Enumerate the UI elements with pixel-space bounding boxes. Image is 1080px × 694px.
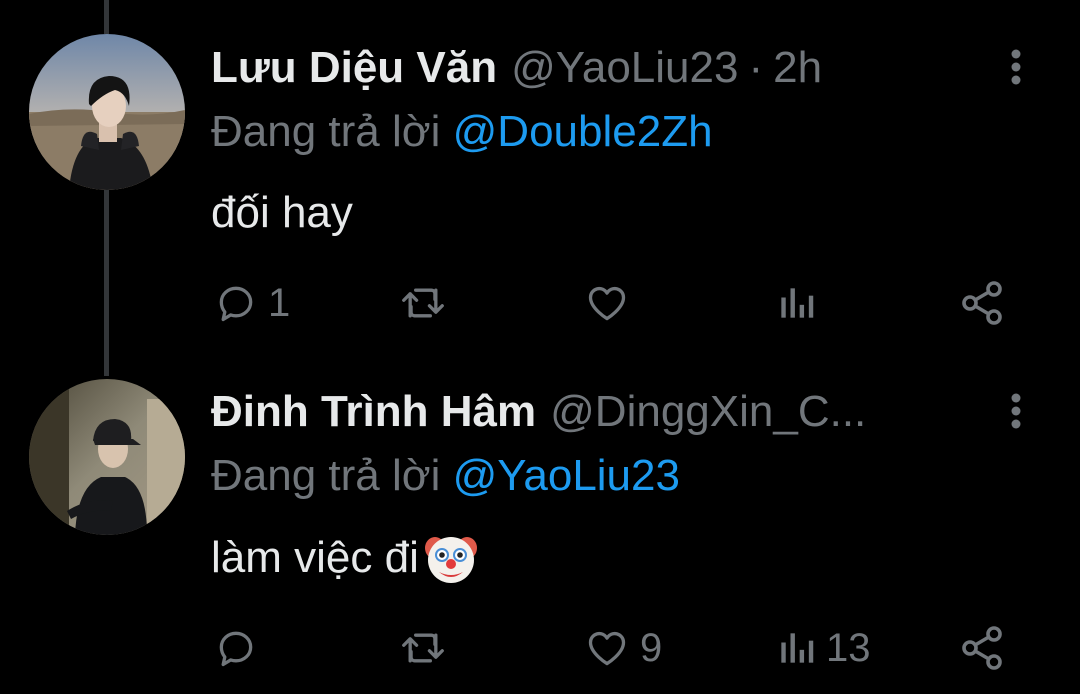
share-icon	[962, 281, 1002, 325]
views-button[interactable]: 13	[776, 620, 871, 676]
mention-link[interactable]: @Double2Zh	[453, 107, 713, 156]
tweet-text: đối hay	[211, 188, 353, 237]
replying-to: Đang trả lời @Double2Zh	[211, 104, 713, 160]
more-vertical-icon	[1011, 393, 1021, 429]
thread-line-connector	[104, 190, 109, 376]
replying-to-label: Đang trả lời	[211, 451, 441, 500]
reply-icon	[219, 286, 253, 322]
like-button[interactable]	[584, 275, 640, 331]
reply-button[interactable]	[214, 620, 268, 676]
clown-face-icon	[424, 537, 477, 583]
heart-icon	[588, 286, 626, 321]
like-button[interactable]: 9	[584, 620, 662, 676]
analytics-icon	[781, 288, 814, 318]
replying-to: Đang trả lời @YaoLiu23	[211, 448, 680, 504]
retweet-icon	[402, 288, 444, 318]
avatar[interactable]	[29, 379, 185, 535]
share-button[interactable]	[958, 275, 1006, 331]
replying-to-label: Đang trả lời	[211, 107, 441, 156]
tweet-text-content: làm việc đi	[211, 533, 419, 582]
more-options-button[interactable]	[1004, 392, 1028, 432]
tweet-text: làm việc đi	[211, 528, 481, 588]
retweet-icon	[402, 633, 444, 663]
mention-link[interactable]: @YaoLiu23	[453, 451, 680, 500]
avatar-image	[29, 379, 185, 535]
reply-count: 1	[268, 280, 291, 325]
views-button[interactable]	[776, 275, 826, 331]
retweet-button[interactable]	[398, 275, 458, 331]
analytics-icon	[781, 633, 814, 663]
timestamp[interactable]: 2h	[773, 36, 822, 100]
thread-line-top	[104, 0, 109, 34]
reply-icon	[219, 631, 253, 667]
retweet-button[interactable]	[398, 620, 458, 676]
share-button[interactable]	[958, 620, 1006, 676]
user-handle[interactable]: @DinggXin_C...	[550, 380, 866, 444]
like-count: 9	[640, 625, 663, 670]
view-count: 13	[826, 625, 871, 670]
reply-button[interactable]: 1	[214, 275, 290, 331]
heart-icon	[588, 631, 626, 666]
separator-dot: ·	[748, 43, 764, 92]
display-name[interactable]: Lưu Diệu Văn	[211, 36, 497, 100]
more-options-button[interactable]	[1004, 48, 1028, 88]
share-icon	[962, 626, 1002, 670]
more-vertical-icon	[1011, 49, 1021, 85]
avatar[interactable]	[29, 34, 185, 190]
tweet-header: Đinh Trình Hâm @DinggXin_C...	[211, 380, 866, 444]
avatar-image	[29, 34, 185, 190]
user-handle[interactable]: @YaoLiu23	[511, 36, 738, 100]
display-name[interactable]: Đinh Trình Hâm	[211, 380, 536, 444]
tweet-header: Lưu Diệu Văn @YaoLiu23 · 2h	[211, 36, 822, 100]
